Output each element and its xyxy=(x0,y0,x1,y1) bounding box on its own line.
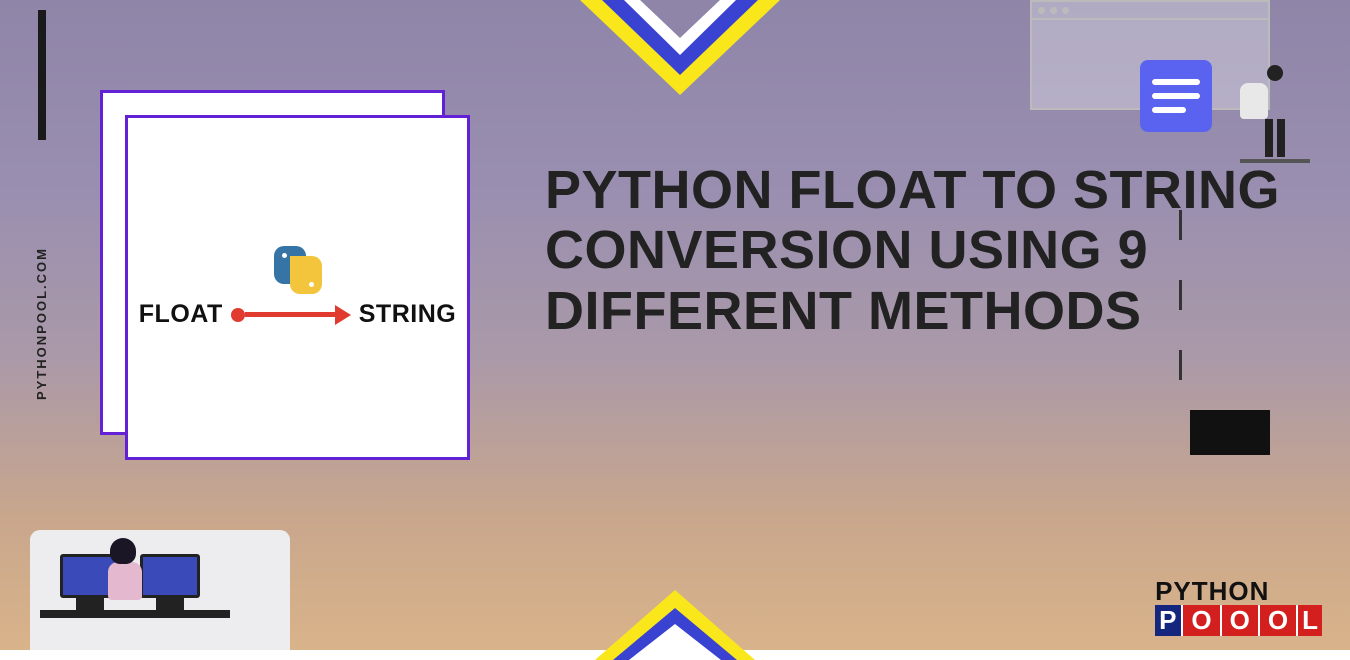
illustration-card-front: FLOAT STRING xyxy=(125,115,470,460)
string-label: STRING xyxy=(359,300,456,329)
document-icon xyxy=(1140,60,1212,132)
float-to-string-diagram: FLOAT STRING xyxy=(139,300,456,329)
standing-person-illustration xyxy=(1240,65,1310,163)
python-logo-icon xyxy=(268,246,328,294)
logo-l: L xyxy=(1296,605,1322,636)
browser-document-illustration xyxy=(1030,0,1270,140)
arrow-icon xyxy=(231,305,351,325)
desk-person-illustration xyxy=(30,490,310,650)
top-chevron-decoration xyxy=(570,0,790,110)
logo-line1: PYTHON xyxy=(1155,576,1322,607)
logo-p: P xyxy=(1155,605,1181,636)
logo-o3: O xyxy=(1258,605,1296,636)
float-label: FLOAT xyxy=(139,300,223,329)
pythonpool-logo: PYTHON P O O O L xyxy=(1155,576,1322,636)
black-rectangle-accent xyxy=(1190,410,1270,455)
corner-accent-bar xyxy=(38,10,46,140)
logo-o1: O xyxy=(1181,605,1219,636)
site-url-text: PYTHONPOOL.COM xyxy=(34,247,49,400)
logo-o2: O xyxy=(1220,605,1258,636)
side-tick-marks xyxy=(1179,210,1182,380)
